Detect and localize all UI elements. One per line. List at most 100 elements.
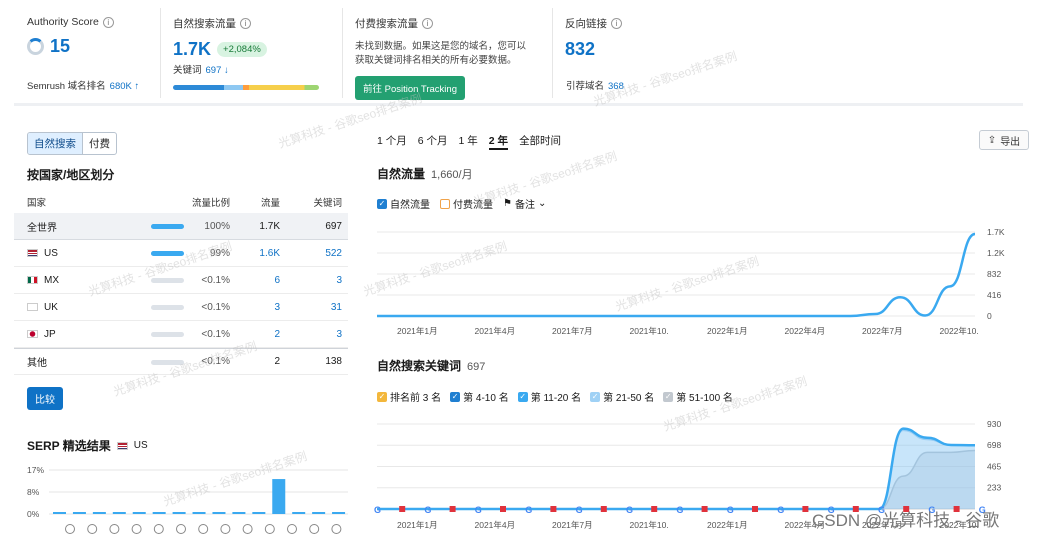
info-icon[interactable]: i: [611, 18, 622, 29]
authority-label: Authority Score: [27, 16, 99, 28]
serp-bar: [252, 512, 266, 514]
legend-organic-label: 自然流量: [390, 200, 430, 211]
note-marker-icon: [752, 506, 758, 512]
play-icon: [220, 524, 231, 534]
country-name: UK: [44, 301, 58, 313]
period-1y[interactable]: 1 年: [459, 133, 478, 150]
traffic-x-tick: 2021年10.: [630, 326, 669, 336]
serp-bar: [112, 512, 126, 514]
legend-paid[interactable]: 付费流量: [440, 196, 493, 211]
compare-button[interactable]: 比较: [27, 387, 63, 410]
traffic-value[interactable]: 1.6K: [259, 248, 280, 259]
kw-series-line: [377, 427, 976, 511]
legend-4-10[interactable]: ✓ 第 4-10 名: [450, 389, 509, 404]
keywords-value[interactable]: 522: [325, 248, 342, 259]
traffic-value[interactable]: 3: [274, 302, 280, 313]
serp-bar: [332, 512, 346, 514]
share-value: <0.1%: [201, 328, 230, 340]
keywords-value[interactable]: 31: [331, 302, 342, 313]
traffic-value[interactable]: 6: [274, 275, 280, 286]
share-value: 99%: [209, 247, 230, 259]
authority-value[interactable]: 15: [50, 36, 70, 57]
traffic-value[interactable]: 2: [274, 329, 280, 340]
toggle-paid[interactable]: 付费: [83, 133, 116, 154]
col-share: 流量比例: [191, 198, 230, 209]
serp-title: SERP 精选结果: [27, 439, 111, 453]
serp-bar: [53, 512, 66, 514]
table-row[interactable]: 全世界 100% 1.7K 697: [14, 213, 348, 240]
kw-x-tick: 2021年1月: [397, 520, 438, 530]
us-flag-icon: [116, 441, 128, 450]
traffic-y-tick: 1.2K: [987, 248, 1005, 258]
legend-top3[interactable]: ✓ 排名前 3 名: [377, 389, 441, 404]
info-icon[interactable]: i: [422, 18, 433, 29]
rank-value[interactable]: 680K ↑: [110, 81, 140, 92]
kw-y-tick: 233: [987, 483, 1001, 493]
legend-label: 第 51-100 名: [676, 393, 733, 404]
notes-dropdown[interactable]: ⚑ 备注 ⌄: [503, 196, 546, 211]
info-icon[interactable]: i: [240, 18, 251, 29]
keywords-chart-header: 自然搜索关键词 697: [377, 357, 485, 374]
keywords-value[interactable]: 3: [336, 275, 342, 286]
col-keywords: 关键词: [313, 198, 342, 209]
change-badge: +2,084%: [217, 42, 267, 57]
backlinks-value[interactable]: 832: [565, 39, 595, 60]
checkbox-checked-icon: ✓: [517, 391, 528, 402]
paid-empty-text: 未找到数据。如果这是您的域名，您可以获取关键词排名相关的所有必要数据。: [355, 41, 527, 66]
crown-icon: [264, 524, 275, 534]
share-value: <0.1%: [201, 356, 230, 367]
toggle-organic[interactable]: 自然搜索: [28, 133, 83, 154]
keywords-value[interactable]: 3: [336, 329, 342, 340]
legend-organic[interactable]: ✓ 自然流量: [377, 196, 430, 211]
keywords-distribution-bar: [173, 85, 319, 90]
country-name: 全世界: [27, 222, 57, 234]
period-1m[interactable]: 1 个月: [377, 133, 407, 150]
organic-value[interactable]: 1.7K: [173, 39, 211, 60]
share-value: <0.1%: [201, 274, 230, 286]
position-tracking-button[interactable]: 前往 Position Tracking: [355, 76, 465, 100]
legend-21-50[interactable]: ✓ 第 21-50 名: [590, 389, 654, 404]
video-icon: [242, 524, 253, 534]
country-name: US: [44, 247, 58, 259]
share-value: <0.1%: [201, 301, 230, 313]
geo-title: 按国家/地区划分: [27, 168, 115, 182]
pin-icon: [87, 524, 98, 534]
legend-51-100[interactable]: ✓ 第 51-100 名: [663, 389, 733, 404]
share-bar: [151, 224, 184, 229]
image-icon: [131, 524, 142, 534]
share-bar: [151, 332, 184, 337]
kw-x-tick: 2021年10.: [630, 520, 669, 530]
export-button[interactable]: ⇪ 导出: [979, 130, 1029, 150]
mx-flag-icon: [27, 276, 38, 284]
keywords-label: 关键词: [173, 65, 202, 76]
period-selector: 1 个月 6 个月 1 年 2 年 全部时间: [377, 133, 561, 150]
traffic-x-tick: 2021年1月: [397, 326, 438, 336]
doc-icon: [109, 524, 120, 534]
referring-domains-value[interactable]: 368: [608, 81, 624, 92]
table-row[interactable]: JP <0.1% 2 3: [14, 321, 348, 348]
period-2y[interactable]: 2 年: [488, 133, 509, 150]
share-bar: [151, 360, 184, 365]
table-row[interactable]: US 99% 1.6K 522: [14, 240, 348, 267]
score-ring-icon: [27, 38, 44, 55]
traffic-chart-header: 自然流量 1,660/月: [377, 165, 473, 182]
table-row[interactable]: UK <0.1% 3 31: [14, 294, 348, 321]
keywords-value[interactable]: 697 ↓: [206, 65, 229, 76]
rank-label: Semrush 域名排名: [27, 81, 106, 92]
period-all[interactable]: 全部时间: [519, 133, 561, 150]
note-marker-icon: [802, 506, 809, 512]
csdn-watermark: CSDN @光算科技 - 谷歌: [812, 511, 1000, 530]
keywords-value: 697: [325, 220, 342, 232]
star-icon: [198, 524, 209, 534]
info-icon[interactable]: i: [102, 16, 114, 28]
graduation-icon: [65, 524, 75, 534]
table-row[interactable]: 其他 <0.1% 2 138: [14, 348, 348, 375]
link-icon: [153, 524, 164, 534]
col-country: 国家: [27, 198, 47, 209]
share-value: 100%: [204, 220, 230, 232]
kw-x-tick: 2021年4月: [475, 520, 516, 530]
period-6m[interactable]: 6 个月: [418, 133, 448, 150]
table-row[interactable]: MX <0.1% 6 3: [14, 267, 348, 294]
legend-11-20[interactable]: ✓ 第 11-20 名: [517, 389, 581, 404]
traffic-x-tick: 2021年7月: [552, 326, 593, 336]
